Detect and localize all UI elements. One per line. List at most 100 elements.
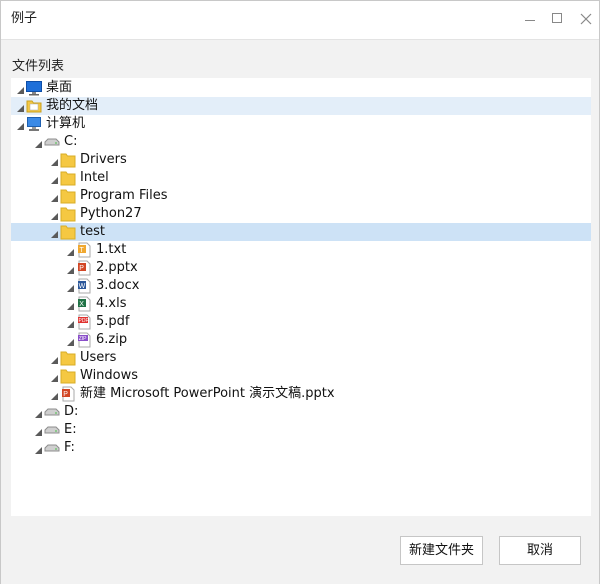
- tree-node-label: 桌面: [46, 80, 73, 95]
- tree-node[interactable]: Users: [11, 349, 591, 367]
- minimize-button[interactable]: [521, 10, 539, 28]
- svg-text:ZIP: ZIP: [79, 336, 87, 342]
- svg-text:PDF: PDF: [79, 318, 89, 324]
- close-button[interactable]: [577, 10, 595, 28]
- docx-file-icon: W: [76, 278, 92, 294]
- tree-node[interactable]: E:: [11, 421, 591, 439]
- tree-node[interactable]: 我的文档: [11, 97, 591, 115]
- tree-node[interactable]: PDF 5.pdf: [11, 313, 591, 331]
- expand-toggle-icon[interactable]: [34, 425, 43, 436]
- tree-node-label: Windows: [80, 368, 139, 383]
- expand-toggle-icon[interactable]: [50, 371, 59, 382]
- expand-toggle-icon[interactable]: [66, 299, 75, 310]
- drive-icon: [44, 404, 60, 420]
- svg-text:P: P: [63, 391, 68, 398]
- cancel-button[interactable]: 取消: [499, 536, 581, 565]
- documents-folder-icon: [26, 98, 42, 114]
- tree-node-label: 我的文档: [46, 98, 99, 113]
- expand-toggle-icon[interactable]: [66, 263, 75, 274]
- tree-node-label: 4.xls: [96, 296, 127, 311]
- tree-node-label: 2.pptx: [96, 260, 138, 275]
- tree-node-label: F:: [64, 440, 75, 455]
- minimize-icon: [525, 20, 535, 21]
- svg-text:W: W: [79, 283, 86, 290]
- tree-node-label: Program Files: [80, 188, 168, 203]
- tree-node-label: 3.docx: [96, 278, 140, 293]
- file-list-label: 文件列表: [12, 59, 65, 74]
- xls-file-icon: X: [76, 296, 92, 312]
- tree-node-label: Drivers: [80, 152, 127, 167]
- tree-node[interactable]: T 1.txt: [11, 241, 591, 259]
- expand-toggle-icon[interactable]: [50, 209, 59, 220]
- expand-toggle-icon[interactable]: [66, 335, 75, 346]
- svg-text:P: P: [79, 265, 84, 272]
- tree-node[interactable]: Intel: [11, 169, 591, 187]
- tree-node-label: 计算机: [46, 116, 86, 131]
- tree-node-label: 5.pdf: [96, 314, 130, 329]
- pptx-file-icon: P: [76, 260, 92, 276]
- tree-node-label: 6.zip: [96, 332, 128, 347]
- tree-node-label: D:: [64, 404, 79, 419]
- tree-node[interactable]: W 3.docx: [11, 277, 591, 295]
- dialog-body: 文件列表 桌面我的文档计算机 C: Drivers Intel Program File…: [1, 39, 599, 584]
- folder-icon: [60, 170, 76, 186]
- computer-icon: [26, 116, 42, 132]
- txt-file-icon: T: [76, 242, 92, 258]
- tree-node[interactable]: P 新建 Microsoft PowerPoint 演示文稿.pptx: [11, 385, 591, 403]
- tree-node[interactable]: D:: [11, 403, 591, 421]
- tree-node-label: C:: [64, 134, 78, 149]
- close-icon: [580, 13, 592, 25]
- tree-node[interactable]: F:: [11, 439, 591, 457]
- expand-toggle-icon[interactable]: [66, 281, 75, 292]
- zip-file-icon: ZIP: [76, 332, 92, 348]
- folder-icon: [60, 188, 76, 204]
- file-dialog-window: 例子 文件列表 桌面我的文档计算机 C: Drivers Intel Program F…: [0, 0, 600, 584]
- tree-node[interactable]: Program Files: [11, 187, 591, 205]
- tree-node[interactable]: Python27: [11, 205, 591, 223]
- expand-toggle-icon[interactable]: [50, 155, 59, 166]
- tree-node[interactable]: 计算机: [11, 115, 591, 133]
- expand-toggle-icon[interactable]: [50, 353, 59, 364]
- tree-node-label: E:: [64, 422, 77, 437]
- tree-node[interactable]: ZIP 6.zip: [11, 331, 591, 349]
- new-folder-button[interactable]: 新建文件夹: [400, 536, 483, 565]
- tree-node-label: test: [80, 224, 105, 239]
- pdf-file-icon: PDF: [76, 314, 92, 330]
- tree-node[interactable]: 桌面: [11, 79, 591, 97]
- svg-text:X: X: [79, 301, 84, 308]
- pptx-file-icon: P: [60, 386, 76, 402]
- drive-icon: [44, 134, 60, 150]
- title-bar[interactable]: 例子: [1, 1, 599, 39]
- expand-toggle-icon[interactable]: [50, 173, 59, 184]
- folder-icon: [60, 368, 76, 384]
- expand-toggle-icon[interactable]: [66, 317, 75, 328]
- expand-toggle-icon[interactable]: [34, 137, 43, 148]
- tree-node[interactable]: P 2.pptx: [11, 259, 591, 277]
- folder-icon: [60, 350, 76, 366]
- drive-icon: [44, 440, 60, 456]
- expand-toggle-icon[interactable]: [16, 83, 25, 94]
- tree-node-label: 1.txt: [96, 242, 127, 257]
- folder-icon: [60, 224, 76, 240]
- expand-toggle-icon[interactable]: [16, 119, 25, 130]
- tree-node[interactable]: X 4.xls: [11, 295, 591, 313]
- expand-toggle-icon[interactable]: [50, 389, 59, 400]
- expand-toggle-icon[interactable]: [50, 227, 59, 238]
- expand-toggle-icon[interactable]: [34, 407, 43, 418]
- tree-node[interactable]: Windows: [11, 367, 591, 385]
- tree-node-label: Python27: [80, 206, 142, 221]
- file-tree[interactable]: 桌面我的文档计算机 C: Drivers Intel Program Files Pyth…: [11, 78, 591, 516]
- folder-icon: [60, 206, 76, 222]
- drive-icon: [44, 422, 60, 438]
- tree-node-label: 新建 Microsoft PowerPoint 演示文稿.pptx: [80, 386, 335, 401]
- tree-node[interactable]: test: [11, 223, 591, 241]
- expand-toggle-icon[interactable]: [50, 191, 59, 202]
- expand-toggle-icon[interactable]: [34, 443, 43, 454]
- maximize-button[interactable]: [549, 10, 567, 28]
- expand-toggle-icon[interactable]: [16, 101, 25, 112]
- tree-node[interactable]: C:: [11, 133, 591, 151]
- tree-node[interactable]: Drivers: [11, 151, 591, 169]
- window-title: 例子: [11, 11, 38, 26]
- expand-toggle-icon[interactable]: [66, 245, 75, 256]
- svg-text:T: T: [80, 247, 85, 254]
